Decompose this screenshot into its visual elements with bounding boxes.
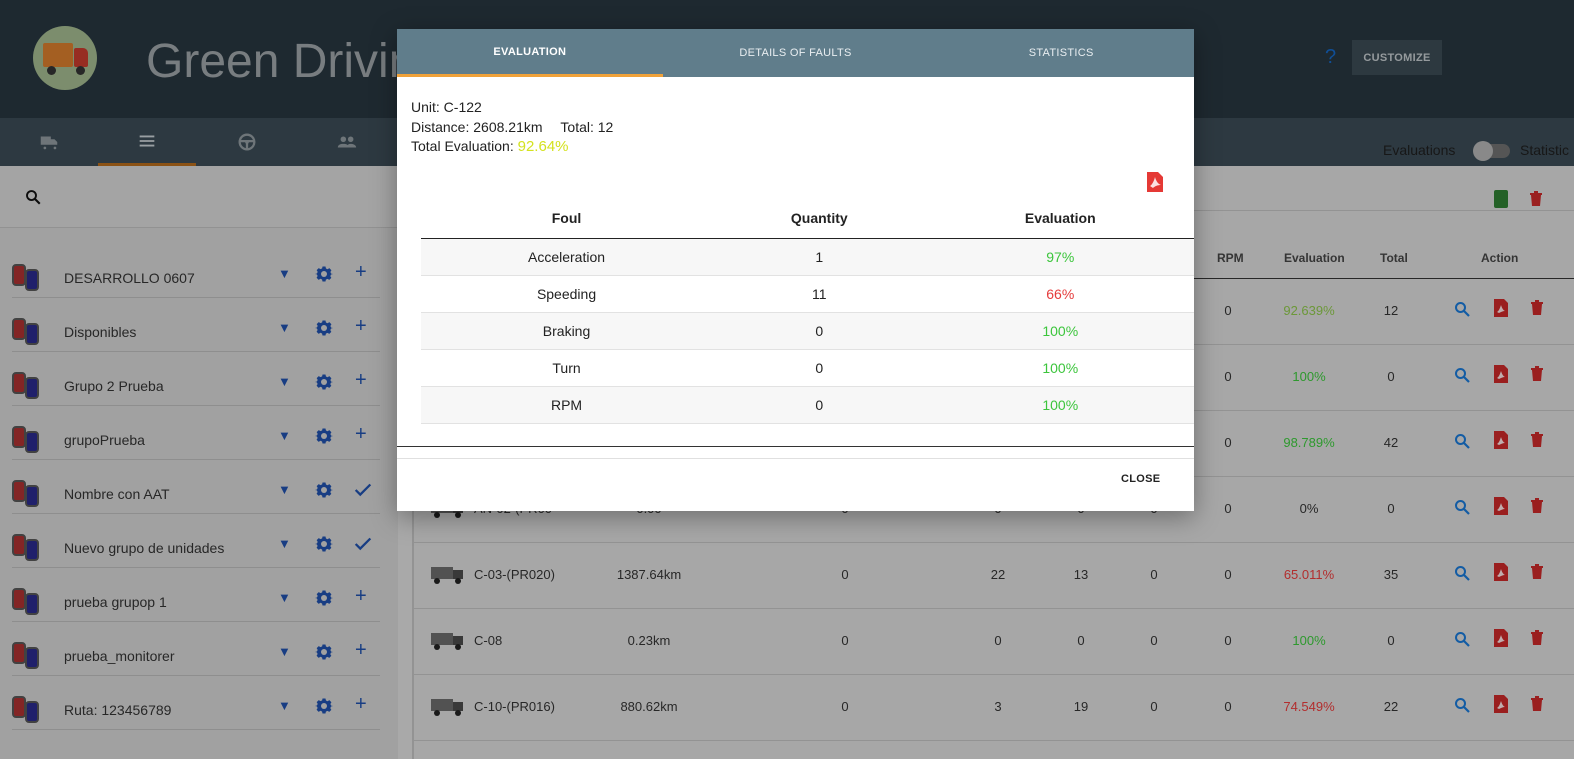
fault-row: Turn 0 100% — [421, 349, 1194, 387]
foul-evaluation: 100% — [926, 312, 1194, 350]
unit-line: Unit: C-122 — [411, 99, 482, 115]
foul-name: Acceleration — [421, 238, 713, 276]
foul-quantity: 0 — [712, 312, 927, 350]
distance-line: Distance: 2608.21km Total: 12 — [411, 119, 613, 135]
fault-row: Speeding 11 66% — [421, 275, 1194, 313]
foul-quantity: 11 — [712, 275, 927, 313]
tab-statistics[interactable]: STATISTICS — [928, 29, 1194, 77]
foul-quantity: 0 — [712, 386, 927, 424]
fault-row: Acceleration 1 97% — [421, 238, 1194, 276]
col-foul: Foul — [421, 199, 713, 239]
fault-row: Braking 0 100% — [421, 312, 1194, 350]
close-button[interactable]: CLOSE — [1121, 473, 1160, 485]
total-evaluation-label: Total Evaluation: — [411, 138, 518, 154]
foul-evaluation: 100% — [926, 386, 1194, 424]
fault-row: RPM 0 100% — [421, 386, 1194, 424]
faults-table: Foul Quantity Evaluation Acceleration 1 … — [421, 199, 1194, 424]
col-evaluation: Evaluation — [926, 199, 1194, 239]
foul-evaluation: 100% — [926, 349, 1194, 387]
foul-quantity: 1 — [712, 238, 927, 276]
tab-details-of-faults[interactable]: DETAILS OF FAULTS — [663, 29, 929, 77]
foul-name: Speeding — [421, 275, 713, 313]
foul-evaluation: 66% — [926, 275, 1194, 313]
evaluation-modal: EVALUATION DETAILS OF FAULTS STATISTICS … — [397, 29, 1194, 511]
foul-name: RPM — [421, 386, 713, 424]
total-evaluation-value: 92.64% — [517, 138, 569, 155]
foul-quantity: 0 — [712, 349, 927, 387]
col-quantity: Quantity — [712, 199, 927, 239]
total-value: Total: 12 — [560, 119, 614, 135]
modal-tabs: EVALUATION DETAILS OF FAULTS STATISTICS — [397, 29, 1194, 77]
distance-value: Distance: 2608.21km — [411, 119, 543, 135]
foul-name: Turn — [421, 349, 713, 387]
foul-name: Braking — [421, 312, 713, 350]
pdf-export-icon[interactable] — [1147, 172, 1163, 192]
total-evaluation-line: Total Evaluation: 92.64% — [411, 138, 569, 155]
tab-evaluation[interactable]: EVALUATION — [397, 29, 663, 77]
modal-divider — [397, 446, 1194, 447]
modal-divider — [397, 458, 1194, 459]
foul-evaluation: 97% — [926, 238, 1194, 276]
